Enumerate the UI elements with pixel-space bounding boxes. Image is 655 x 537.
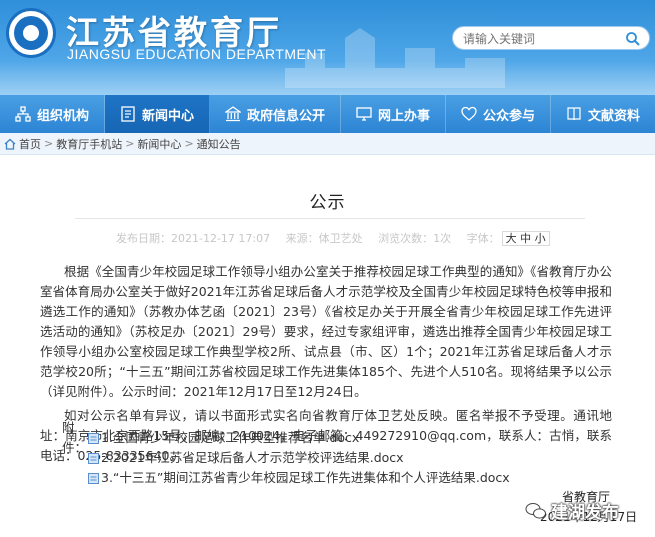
nav-label: 组织机构: [36, 108, 89, 124]
publish-date: 发布日期：2021-12-17 17:07: [116, 232, 271, 245]
watermark-text: 建湖发布: [551, 503, 619, 523]
site-logo[interactable]: [6, 8, 56, 58]
view-count: 浏览次数：1次: [378, 232, 452, 245]
article-title: 公示: [309, 193, 346, 213]
nav-item-gov-info[interactable]: 政府信息公开: [210, 95, 341, 133]
doc-file-icon: [88, 452, 99, 464]
attachment-link[interactable]: 2.2021年江苏省足球后备人才示范学校评选结果.docx: [101, 448, 404, 468]
gov-info-icon: [224, 106, 241, 122]
attachment-item: 附件： 1.全国青少年校园足球工作典型推荐名单.docx: [62, 420, 510, 455]
attachment-link[interactable]: 3.“十三五”期间江苏省青少年校园足球工作先进集体和个人评选结果.docx: [101, 468, 510, 488]
breadcrumb-home[interactable]: 首页: [19, 136, 41, 152]
article-meta: 发布日期：2021-12-17 17:07 来源：体卫艺处 浏览次数：1次 字体…: [116, 230, 550, 246]
nav-item-documents[interactable]: 文献资料: [551, 95, 655, 133]
attachment-link[interactable]: 1.全国青少年校园足球工作典型推荐名单.docx: [101, 428, 359, 448]
article-paragraph: 根据《全国青少年校园足球工作领导小组办公室关于推荐校园足球工作典型的通知》《省教…: [40, 264, 612, 399]
breadcrumb-news-center[interactable]: 新闻中心: [137, 136, 181, 152]
nav-label: 网上办事: [377, 108, 430, 124]
nav-item-org[interactable]: 组织机构: [0, 95, 105, 133]
attachments-list: 附件： 1.全国青少年校园足球工作典型推荐名单.docx 2.2021年江苏省足…: [62, 420, 510, 488]
article-source: 来源：体卫艺处: [285, 232, 363, 245]
site-subtitle: JIANGSU EDUCATION DEPARTMENT: [67, 46, 327, 62]
breadcrumb-mobile-site[interactable]: 教育厅手机站: [56, 136, 122, 152]
nav-item-public-participation[interactable]: 公众参与: [446, 95, 551, 133]
font-size-label: 字体：: [466, 232, 500, 245]
org-icon: [15, 106, 31, 122]
nav-label: 政府信息公开: [246, 108, 325, 124]
online-service-icon: [356, 107, 372, 121]
attachments-label: 附件：: [62, 420, 88, 455]
breadcrumb-separator: >: [125, 137, 135, 150]
home-icon: [4, 138, 16, 150]
nav-item-online-service[interactable]: 网上办事: [341, 95, 446, 133]
font-size-switch[interactable]: 大 中 小: [501, 231, 550, 246]
attachment-item: 3.“十三五”期间江苏省青少年校园足球工作先进集体和个人评选结果.docx: [62, 468, 510, 488]
nav-label: 文献资料: [587, 108, 640, 124]
nav-item-news[interactable]: 新闻中心: [105, 95, 210, 133]
doc-file-icon: [88, 432, 99, 444]
search-box: [452, 26, 650, 50]
main-nav: 组织机构 新闻中心 政府信息公开 网上办事 公众参与 文献资料: [0, 95, 655, 133]
documents-icon: [567, 107, 581, 121]
nav-label: 公众参与: [482, 108, 535, 124]
breadcrumb-separator: >: [184, 137, 194, 150]
breadcrumb-notices[interactable]: 通知公告: [197, 136, 241, 152]
doc-file-icon: [88, 472, 99, 484]
search-input[interactable]: [463, 29, 613, 49]
news-icon: [121, 106, 135, 122]
site-header: 江苏省教育厅 JIANGSU EDUCATION DEPARTMENT: [0, 0, 655, 95]
search-icon[interactable]: [625, 31, 641, 47]
watermark: 建湖发布: [525, 498, 619, 523]
title-divider: [75, 218, 585, 219]
nav-label: 新闻中心: [141, 108, 194, 124]
breadcrumb: 首页 > 教育厅手机站 > 新闻中心 > 通知公告: [0, 133, 655, 155]
public-participation-icon: [461, 106, 477, 121]
attachment-item: 2.2021年江苏省足球后备人才示范学校评选结果.docx: [62, 448, 510, 468]
wechat-icon: [525, 502, 546, 519]
breadcrumb-separator: >: [44, 137, 54, 150]
